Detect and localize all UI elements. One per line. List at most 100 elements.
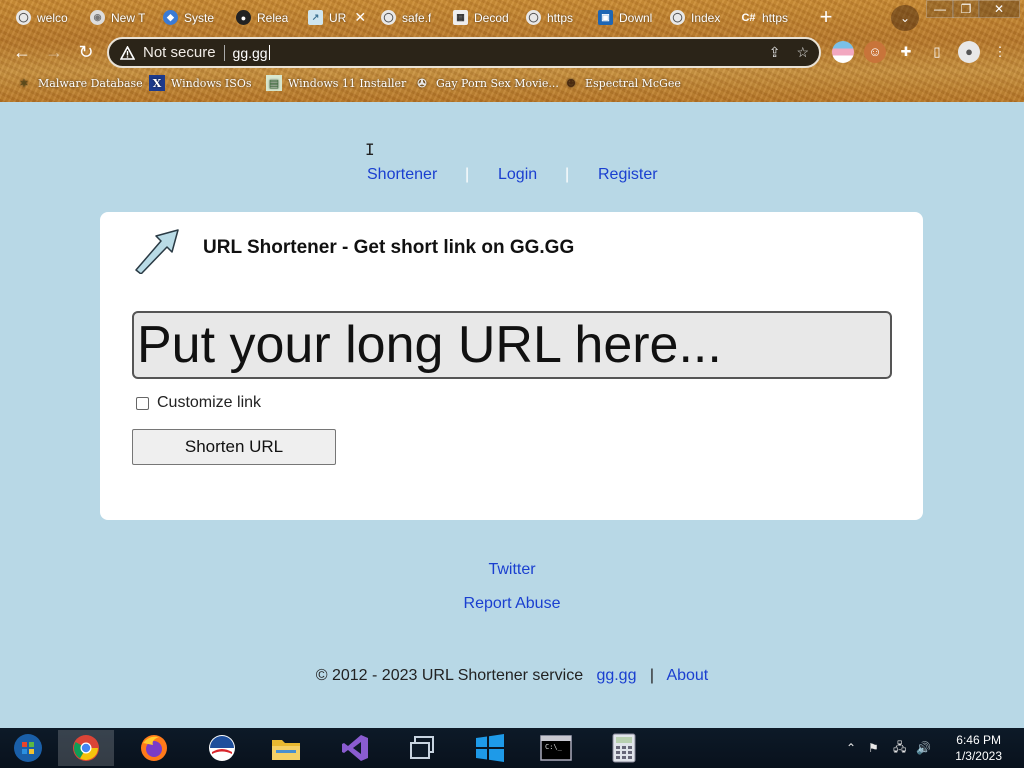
windows-taskbar: C:\_ ⌃ ⚑ 🖧 🔊 6:46 PM 1/3/2023 — [0, 728, 1024, 768]
firefox-icon[interactable] — [126, 730, 182, 766]
task-view-icon[interactable] — [394, 730, 450, 766]
bookmark-label: Malware Database — [38, 76, 143, 90]
nav-shortener-link[interactable]: Shortener — [367, 166, 437, 184]
warning-icon[interactable] — [119, 45, 135, 61]
tab-title: UR — [329, 10, 347, 25]
back-button[interactable]: ← — [11, 41, 33, 63]
arrow-icon: ↗ — [308, 10, 323, 25]
tab-https-1[interactable]: ◯ https — [518, 5, 588, 30]
nav-separator: | — [465, 166, 470, 183]
system-clock[interactable]: 6:46 PM 1/3/2023 — [955, 732, 1002, 764]
globe-icon: ◯ — [670, 10, 685, 25]
close-tab-icon[interactable]: ✕ — [354, 9, 366, 26]
bookmark-windows-11-installer[interactable]: ▤ Windows 11 Installer — [266, 75, 406, 91]
restore-button[interactable]: ❐ — [952, 0, 980, 18]
customize-link-label[interactable]: Customize link — [157, 394, 261, 412]
bookmark-espectral-mcgee[interactable]: ☻ Espectral McGee — [563, 75, 681, 91]
tab-download[interactable]: ▣ Downl — [590, 5, 660, 30]
nav-login-link[interactable]: Login — [498, 166, 537, 184]
tab-new-tab[interactable]: ◉ New T — [82, 5, 152, 30]
browser-chrome: ◯ welco ◉ New T ◆ Syste ● Relea ↗ UR ✕ ◯… — [0, 0, 1024, 102]
bookmark-windows-isos[interactable]: X Windows ISOs — [149, 75, 251, 91]
nav-register-link[interactable]: Register — [598, 166, 658, 184]
reload-button[interactable]: ↻ — [75, 41, 97, 63]
start-icon[interactable] — [0, 730, 56, 766]
page-title: URL Shortener - Get short link on GG.GG — [203, 237, 575, 258]
side-panel-icon[interactable]: ▯ — [926, 41, 948, 63]
profile-icon[interactable]: ● — [958, 41, 980, 63]
globe-icon: ◯ — [526, 10, 541, 25]
address-bar[interactable]: Not secure gg.gg ⇪ ☆ — [107, 37, 821, 68]
text-caret — [268, 45, 270, 60]
tab-index[interactable]: ◯ Index — [662, 5, 732, 30]
security-label[interactable]: Not secure — [143, 44, 216, 61]
report-abuse-link[interactable]: Report Abuse — [464, 595, 561, 612]
site-link[interactable]: gg.gg — [596, 667, 636, 684]
minimize-button[interactable]: — — [926, 0, 954, 18]
chrome-taskbar-icon[interactable] — [58, 730, 114, 766]
download-icon: ▣ — [598, 10, 613, 25]
tab-strip: ◯ welco ◉ New T ◆ Syste ● Relea ↗ UR ✕ ◯… — [0, 0, 1024, 34]
decoder-icon: ▦ — [453, 10, 468, 25]
tab-system[interactable]: ◆ Syste — [155, 5, 225, 30]
extensions-puzzle-icon[interactable]: ✚ — [895, 41, 917, 63]
system-icon: ◆ — [163, 10, 178, 25]
tab-decoder[interactable]: ▦ Decod — [445, 5, 515, 30]
calculator-icon[interactable] — [596, 730, 652, 766]
cmd-icon[interactable]: C:\_ — [528, 730, 584, 766]
tab-releases[interactable]: ● Relea — [228, 5, 298, 30]
customize-link-option[interactable]: Customize link — [136, 394, 261, 412]
svg-text:C:\_: C:\_ — [545, 743, 563, 751]
tab-safe[interactable]: ◯ safe.f — [373, 5, 443, 30]
url-text[interactable]: gg.gg — [233, 45, 268, 61]
tab-title: Index — [691, 10, 721, 25]
clock-time: 6:46 PM — [956, 733, 1001, 747]
bookmark-movie[interactable]: ✇ Gay Porn Sex Movie... — [414, 75, 558, 91]
tab-welcome[interactable]: ◯ welco — [8, 5, 78, 30]
image-icon: ▤ — [266, 75, 282, 91]
avatar-icon: ☻ — [566, 76, 576, 90]
shorten-url-button[interactable]: Shorten URL — [132, 429, 336, 465]
show-hidden-icons-icon[interactable]: ⌃ — [846, 728, 856, 768]
tab-title: https — [547, 10, 574, 25]
customize-link-checkbox[interactable] — [136, 396, 149, 410]
new-tab-button[interactable]: + — [813, 5, 839, 31]
tab-url-shortener[interactable]: ↗ UR ✕ — [300, 5, 374, 30]
github-icon: ● — [236, 10, 251, 25]
footer-twitter-row: Twitter — [0, 561, 1024, 579]
menu-icon[interactable]: ⋮ — [992, 41, 1008, 63]
x-icon: X — [149, 75, 165, 91]
text-cursor-icon: I — [365, 140, 375, 159]
footer-copyright-row: © 2012 - 2023 URL Shortener service gg.g… — [0, 667, 1024, 685]
tab-https-2[interactable]: C# https — [733, 5, 803, 30]
bookmarks-bar: ✶ Malware Database X Windows ISOs ▤ Wind… — [0, 72, 1024, 96]
long-url-input[interactable] — [132, 311, 892, 379]
file-explorer-icon[interactable] — [258, 730, 314, 766]
omnibox-divider — [223, 44, 225, 61]
tab-title: safe.f — [402, 10, 432, 25]
tab-search-button[interactable]: ⌄ — [891, 5, 919, 31]
extension-avatar-icon[interactable]: ☺ — [864, 41, 886, 63]
bookmark-star-icon[interactable]: ☆ — [796, 44, 809, 61]
obama-icon[interactable] — [194, 730, 250, 766]
top-navigation: Shortener | Login | Register — [0, 166, 1024, 188]
globe-icon: ◯ — [16, 10, 31, 25]
volume-icon[interactable]: 🔊 — [916, 728, 931, 768]
tab-title: Decod — [474, 10, 509, 25]
bookmark-malware-database[interactable]: ✶ Malware Database — [16, 75, 143, 91]
tab-title: Downl — [619, 10, 653, 25]
action-center-flag-icon[interactable]: ⚑ — [868, 728, 879, 768]
close-window-button[interactable]: ✕ — [978, 0, 1020, 18]
network-icon[interactable]: 🖧 — [893, 728, 906, 768]
film-icon: ✇ — [417, 76, 427, 90]
extension-flag-icon[interactable] — [832, 41, 854, 63]
tab-title: welco — [37, 10, 68, 25]
arrow-logo-icon — [135, 229, 179, 274]
about-link[interactable]: About — [666, 667, 708, 684]
csharp-icon: C# — [741, 11, 756, 24]
windows-icon[interactable] — [462, 730, 518, 766]
visual-studio-icon[interactable] — [327, 730, 383, 766]
twitter-link[interactable]: Twitter — [488, 561, 535, 578]
share-icon[interactable]: ⇪ — [769, 44, 781, 61]
forward-button[interactable]: → — [43, 41, 65, 63]
